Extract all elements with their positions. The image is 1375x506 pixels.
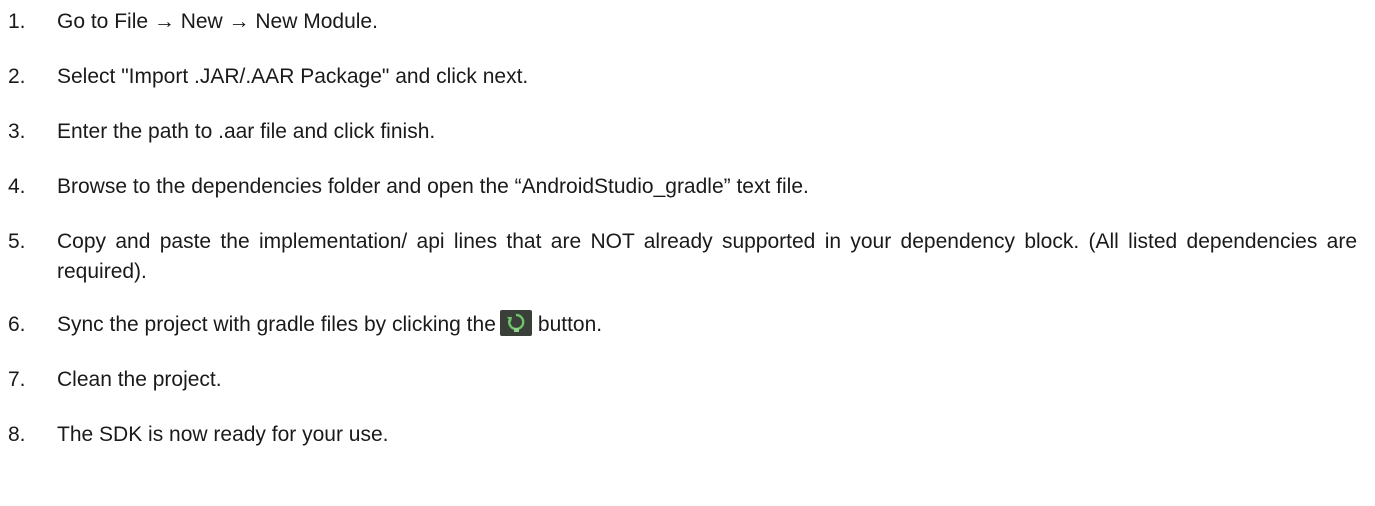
step-text: Browse to the dependencies folder and op… (57, 175, 809, 198)
step-text: Sync the project with gradle files by cl… (57, 310, 602, 340)
step-number: 4. (8, 175, 26, 198)
step-number: 5. (8, 230, 26, 253)
step-number: 1. (8, 10, 26, 33)
gradle-sync-icon (499, 310, 532, 337)
step-number: 6. (8, 313, 26, 336)
step-text: Go to File → New → New Module. (57, 10, 378, 33)
step-text-after-icon: button. (537, 313, 603, 336)
step-text-before-icon: Sync the project with gradle files by cl… (57, 313, 496, 336)
step-number: 2. (8, 65, 26, 88)
step-text: Copy and paste the implementation/ api l… (57, 230, 1357, 283)
step-number: 3. (8, 120, 26, 143)
step-text: Enter the path to .aar file and click fi… (57, 120, 436, 143)
step-text: Select "Import .JAR/.AAR Package" and cl… (57, 65, 529, 88)
step-text: The SDK is now ready for your use. (57, 423, 389, 446)
step-number: 8. (8, 423, 26, 446)
step-text: Clean the project. (57, 368, 222, 391)
step-number: 7. (8, 368, 26, 391)
